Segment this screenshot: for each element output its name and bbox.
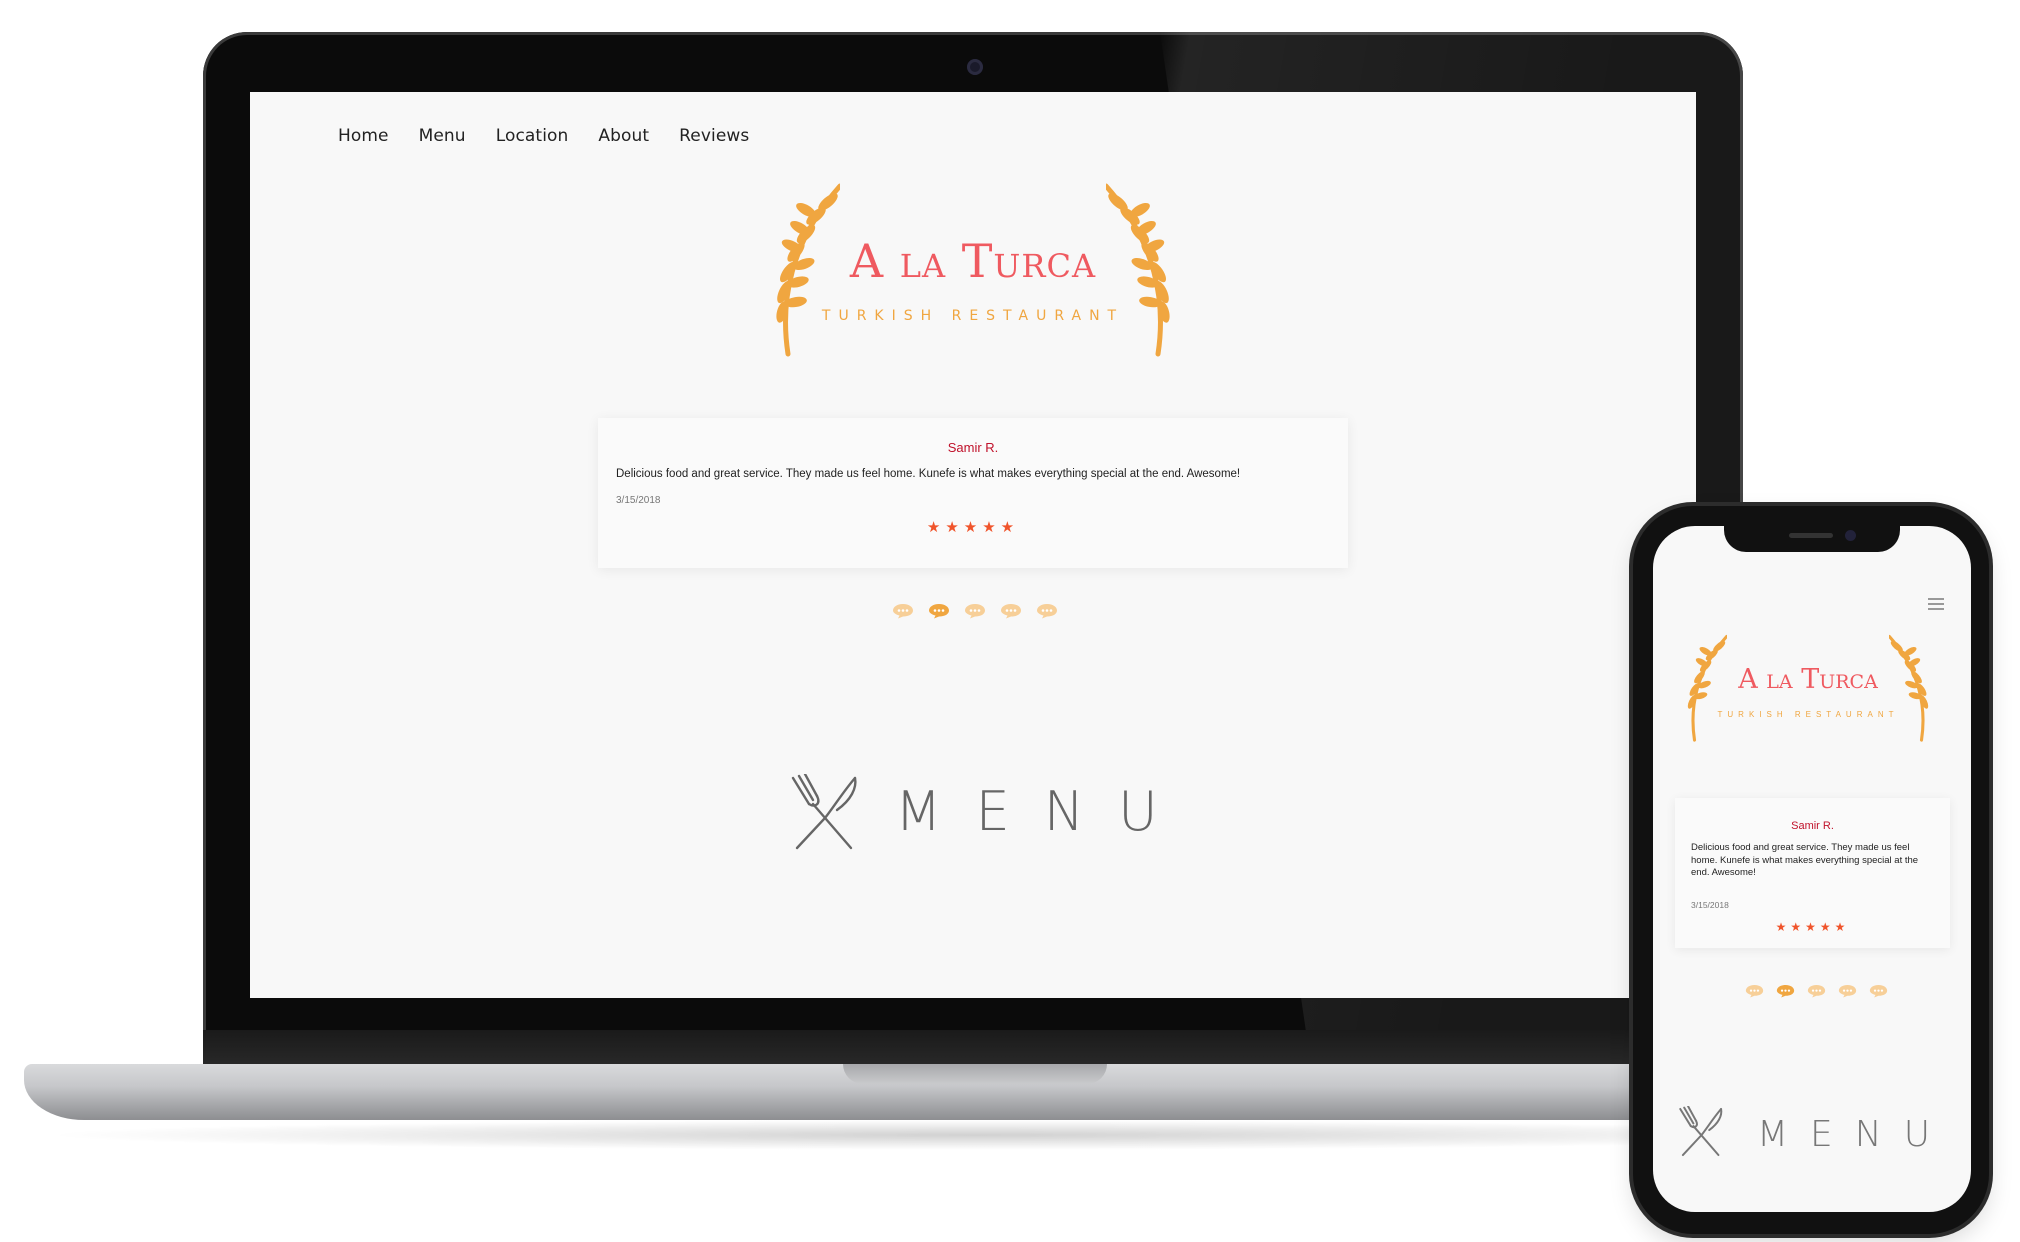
restaurant-logo: A la Turca TURKISH RESTAURANT (770, 182, 1176, 362)
speech-bubble-icon[interactable] (1807, 984, 1826, 998)
mobile-review-date: 3/15/2018 (1691, 900, 1729, 910)
logo-title: A la Turca (849, 234, 1097, 288)
fork-knife-icon (1679, 1106, 1723, 1157)
speech-bubble-icon[interactable] (1869, 984, 1888, 998)
menu-section-heading[interactable]: MENU (785, 774, 1165, 858)
mobile-logo-title: A la Turca (1738, 664, 1878, 695)
phone-camera-icon (1845, 530, 1856, 541)
review-date: 3/15/2018 (616, 495, 661, 506)
speech-bubble-icon-active[interactable] (928, 603, 950, 619)
nav-about[interactable]: About (598, 126, 649, 146)
review-text: Delicious food and great service. They m… (616, 468, 1241, 480)
mobile-review-pager (1745, 984, 1888, 998)
speech-bubble-icon[interactable] (1036, 603, 1058, 619)
laptop-screen: Home Menu Location About Reviews A la Tu… (250, 92, 1696, 998)
speech-bubble-icon[interactable] (1745, 984, 1764, 998)
mobile-logo-tagline: TURKISH RESTAURANT (1717, 710, 1899, 719)
speech-bubble-icon[interactable] (892, 603, 914, 619)
laptop-base-notch (843, 1064, 1107, 1084)
mobile-review-stars: ★★★★★ (1775, 920, 1850, 934)
phone-screen: A la Turca TURKISH RESTAURANT Samir R. D… (1653, 526, 1971, 1212)
speech-bubble-icon[interactable] (1000, 603, 1022, 619)
mobile-review-text: Delicious food and great service. They m… (1691, 842, 1919, 878)
mobile-review-card: Samir R. Delicious food and great servic… (1675, 798, 1950, 948)
speech-bubble-icon-active[interactable] (1776, 984, 1795, 998)
mobile-menu-heading-text: MENU (1757, 1114, 1953, 1155)
speech-bubble-icon[interactable] (964, 603, 986, 619)
main-nav: Home Menu Location About Reviews (338, 126, 749, 146)
nav-menu[interactable]: Menu (419, 126, 466, 146)
phone-speaker (1789, 533, 1833, 538)
mobile-review-author: Samir R. (1791, 820, 1834, 832)
review-pager (892, 603, 1058, 619)
webcam-icon (967, 59, 983, 75)
speech-bubble-icon[interactable] (1838, 984, 1857, 998)
phone-notch (1724, 526, 1900, 552)
nav-reviews[interactable]: Reviews (679, 126, 749, 146)
fork-knife-icon (791, 774, 857, 850)
review-author: Samir R. (947, 440, 999, 455)
nav-location[interactable]: Location (496, 126, 569, 146)
review-card: Samir R. Delicious food and great servic… (598, 418, 1348, 568)
review-stars: ★★★★★ (926, 519, 1020, 536)
menu-heading-text: MENU (895, 780, 1192, 843)
mobile-menu-section-heading[interactable]: MENU (1675, 1106, 1955, 1166)
hamburger-icon[interactable] (1928, 598, 1944, 613)
logo-tagline: TURKISH RESTAURANT (821, 308, 1125, 324)
mobile-restaurant-logo: A la Turca TURKISH RESTAURANT (1683, 634, 1933, 744)
nav-home[interactable]: Home (338, 126, 389, 146)
laptop-shadow (40, 1120, 1910, 1150)
